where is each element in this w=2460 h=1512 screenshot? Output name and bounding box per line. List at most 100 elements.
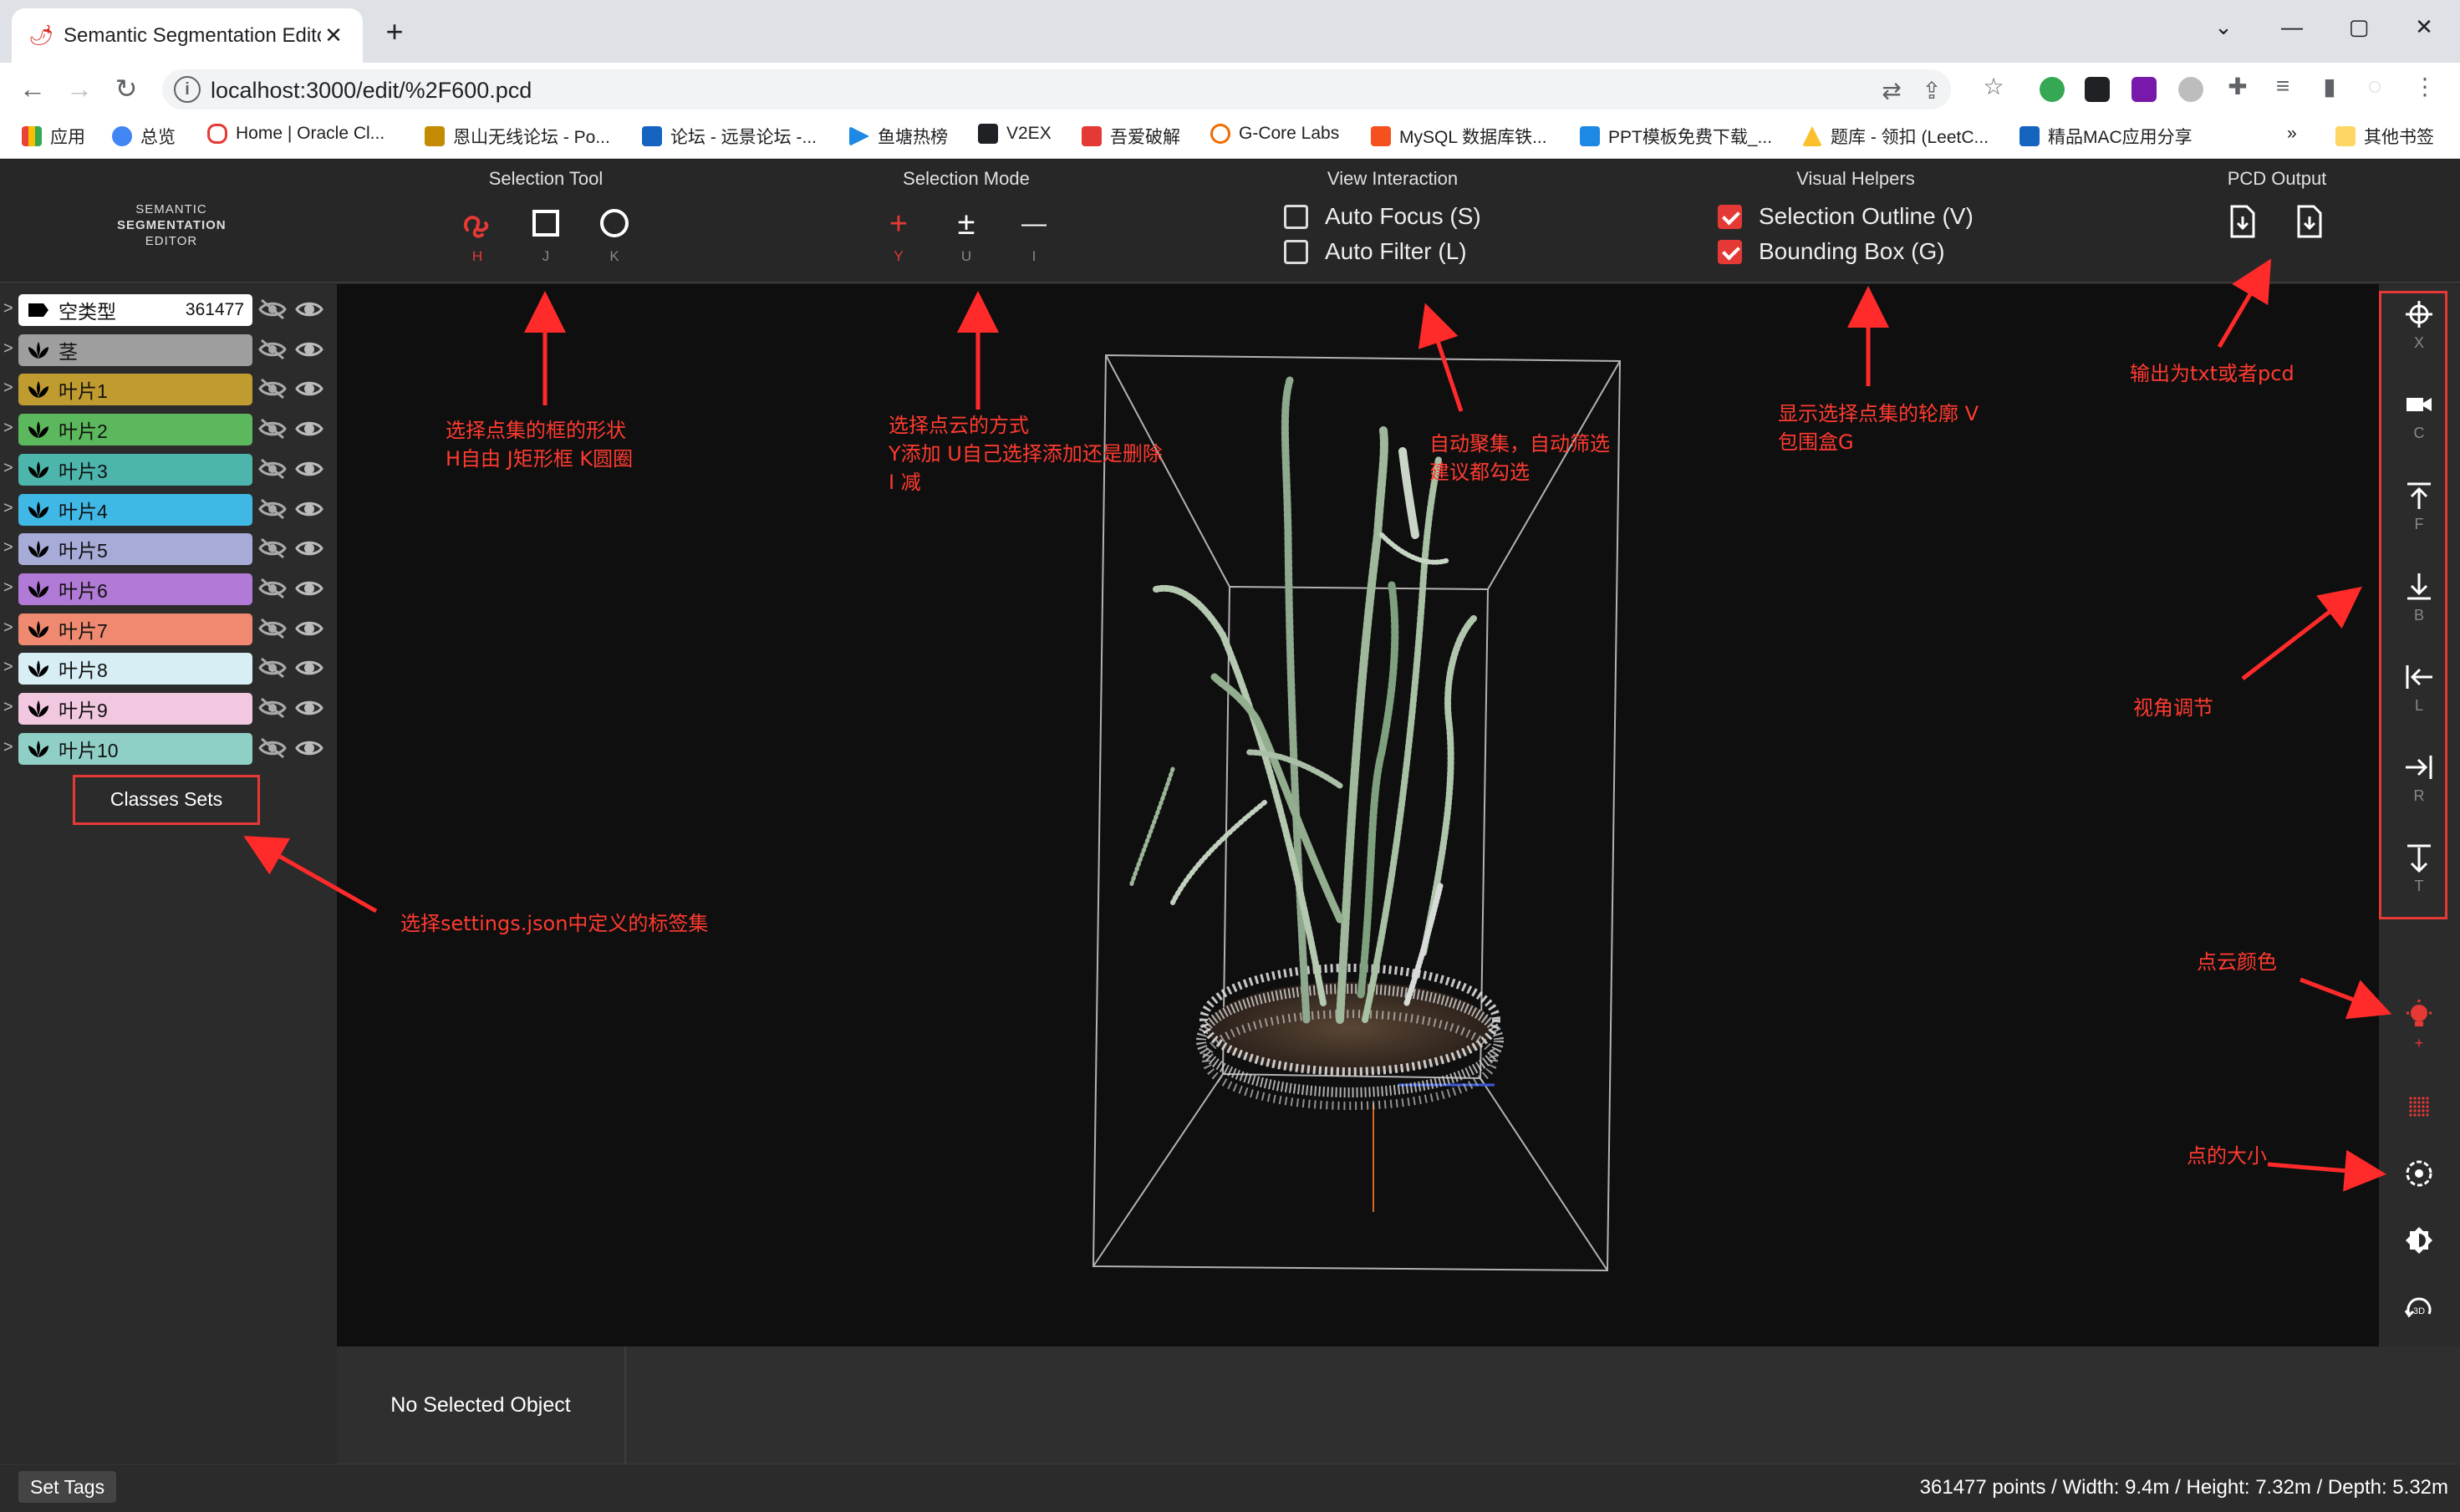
chevron-right-icon[interactable]: > xyxy=(3,499,13,518)
new-tab-button[interactable]: + xyxy=(378,17,411,47)
class-pill[interactable]: 叶片7 xyxy=(18,613,252,645)
chevron-right-icon[interactable]: > xyxy=(3,619,13,638)
chevron-right-icon[interactable]: > xyxy=(3,698,13,717)
rotate-3d-button[interactable]: 3D xyxy=(2392,1296,2446,1326)
point-cloud-canvas[interactable] xyxy=(337,284,2379,1347)
class-pill[interactable]: 叶片3 xyxy=(18,453,252,486)
point-cloud-viewport[interactable] xyxy=(337,284,2379,1347)
view-button-x[interactable]: X xyxy=(2392,299,2446,352)
export-pcd-button[interactable] xyxy=(2289,205,2330,242)
chevron-right-icon[interactable]: > xyxy=(3,299,13,318)
onenote-extension-icon[interactable] xyxy=(2131,77,2157,102)
bookmark-item[interactable]: 精品MAC应用分享 xyxy=(2019,124,2193,149)
bookmark-item[interactable]: Home | Oracle Cl... xyxy=(207,124,385,144)
extension-dark-icon[interactable] xyxy=(2085,77,2110,102)
eye-off-icon[interactable] xyxy=(257,617,288,640)
eye-icon[interactable] xyxy=(294,417,324,440)
view-button-l[interactable]: L xyxy=(2392,662,2446,715)
selection-outline-checkbox[interactable]: Selection Outline (V) xyxy=(1718,203,1974,230)
class-pill[interactable]: 叶片6 xyxy=(18,573,252,605)
eye-off-icon[interactable] xyxy=(257,656,288,680)
eye-icon[interactable] xyxy=(294,338,324,361)
minimize-button[interactable]: — xyxy=(2267,10,2317,43)
eye-off-icon[interactable] xyxy=(257,457,288,481)
toggle-mode-button[interactable]: ± U xyxy=(945,205,987,265)
chevron-right-icon[interactable]: > xyxy=(3,459,13,478)
eye-icon[interactable] xyxy=(294,736,324,760)
view-button-c[interactable]: C xyxy=(2392,389,2446,442)
more-bookmarks-chevron[interactable]: » xyxy=(2287,124,2297,144)
set-tags-button[interactable]: Set Tags xyxy=(18,1471,117,1503)
chevron-right-icon[interactable]: > xyxy=(3,658,13,677)
eye-off-icon[interactable] xyxy=(257,577,288,600)
brightness-button[interactable] xyxy=(2392,1225,2446,1255)
checkbox-box[interactable] xyxy=(1718,239,1742,264)
class-row[interactable]: > 叶片10 xyxy=(0,731,337,766)
profile-icon[interactable]: ◌ xyxy=(2361,73,2389,99)
bookmark-item[interactable]: 恩山无线论坛 - Po... xyxy=(425,124,610,149)
maximize-button[interactable]: ▢ xyxy=(2334,10,2384,43)
forward-arrow-icon[interactable]: → xyxy=(62,71,97,106)
chevron-right-icon[interactable]: > xyxy=(3,578,13,598)
circle-tool-button[interactable]: K xyxy=(593,205,635,265)
bookmark-item[interactable]: 论坛 - 远景论坛 -... xyxy=(642,124,817,149)
class-pill[interactable]: 空类型 361477 xyxy=(18,294,252,326)
eye-icon[interactable] xyxy=(294,656,324,680)
class-row[interactable]: > 叶片4 xyxy=(0,492,337,527)
class-pill[interactable]: 叶片8 xyxy=(18,653,252,685)
bounding-box-checkbox[interactable]: Bounding Box (G) xyxy=(1718,238,1945,265)
class-pill[interactable]: 叶片5 xyxy=(18,533,252,566)
reload-icon[interactable]: ↻ xyxy=(109,71,144,106)
bookmark-item[interactable]: V2EX xyxy=(978,124,1052,144)
translate-icon[interactable]: ⇄ xyxy=(1877,77,1906,104)
class-pill[interactable]: 叶片9 xyxy=(18,693,252,725)
reading-list-icon[interactable]: ≡ xyxy=(2269,73,2297,99)
bookmark-item[interactable]: 题库 - 领扣 (LeetC... xyxy=(1802,124,1989,149)
address-bar[interactable]: i localhost:3000/edit/%2F600.pcd ⇄ ⇪ xyxy=(162,69,1951,109)
checkbox-box[interactable] xyxy=(1284,239,1308,264)
class-sets-button[interactable]: Classes Sets xyxy=(73,775,260,825)
rectangle-tool-button[interactable]: J xyxy=(525,205,567,265)
chevron-right-icon[interactable]: > xyxy=(3,339,13,359)
class-row[interactable]: > 茎 xyxy=(0,333,337,368)
eye-icon[interactable] xyxy=(294,497,324,521)
add-mode-button[interactable]: + Y xyxy=(878,205,919,265)
class-row[interactable]: > 叶片2 xyxy=(0,412,337,447)
browser-tab[interactable]: 🌶 Semantic Segmentation Editor ✕ xyxy=(12,8,363,63)
eye-icon[interactable] xyxy=(294,537,324,560)
chevron-right-icon[interactable]: > xyxy=(3,538,13,557)
chevron-right-icon[interactable]: > xyxy=(3,379,13,398)
close-tab-icon[interactable]: ✕ xyxy=(321,23,346,48)
eye-off-icon[interactable] xyxy=(257,696,288,720)
side-panel-icon[interactable]: ▮ xyxy=(2315,73,2344,100)
bookmark-apps[interactable]: 应用 xyxy=(22,124,85,149)
site-info-icon[interactable]: i xyxy=(174,76,201,103)
class-row[interactable]: > 叶片6 xyxy=(0,572,337,607)
class-pill[interactable]: 叶片10 xyxy=(18,732,252,765)
lasso-tool-button[interactable]: H xyxy=(456,205,498,265)
eye-off-icon[interactable] xyxy=(257,497,288,521)
eye-icon[interactable] xyxy=(294,617,324,640)
eye-off-icon[interactable] xyxy=(257,417,288,440)
class-pill[interactable]: 叶片2 xyxy=(18,414,252,446)
checkbox-box[interactable] xyxy=(1718,204,1742,229)
kebab-menu-icon[interactable]: ⋮ xyxy=(2411,73,2439,100)
class-pill[interactable]: 叶片4 xyxy=(18,493,252,526)
auto-focus-checkbox[interactable]: Auto Focus (S) xyxy=(1284,203,1481,230)
bookmark-item[interactable]: 吾爱破解 xyxy=(1082,124,1180,149)
class-row[interactable]: > 叶片5 xyxy=(0,532,337,567)
eye-off-icon[interactable] xyxy=(257,298,288,321)
bookmark-item[interactable]: PPT模板免费下载_... xyxy=(1580,124,1772,149)
point-size-button[interactable] xyxy=(2392,1158,2446,1189)
export-txt-button[interactable] xyxy=(2222,205,2264,242)
chevron-right-icon[interactable]: > xyxy=(3,738,13,757)
subtract-mode-button[interactable]: — I xyxy=(1013,205,1055,265)
tab-search-icon[interactable]: ⌄ xyxy=(2198,10,2249,43)
class-row[interactable]: > 空类型 361477 xyxy=(0,293,337,328)
bookmark-item[interactable]: G-Core Labs xyxy=(1210,124,1339,144)
extension-green-icon[interactable] xyxy=(2040,77,2065,102)
eye-icon[interactable] xyxy=(294,696,324,720)
dots-grid-button[interactable] xyxy=(2392,1092,2446,1122)
bookmark-star-icon[interactable]: ☆ xyxy=(1979,73,2008,100)
eye-off-icon[interactable] xyxy=(257,736,288,760)
